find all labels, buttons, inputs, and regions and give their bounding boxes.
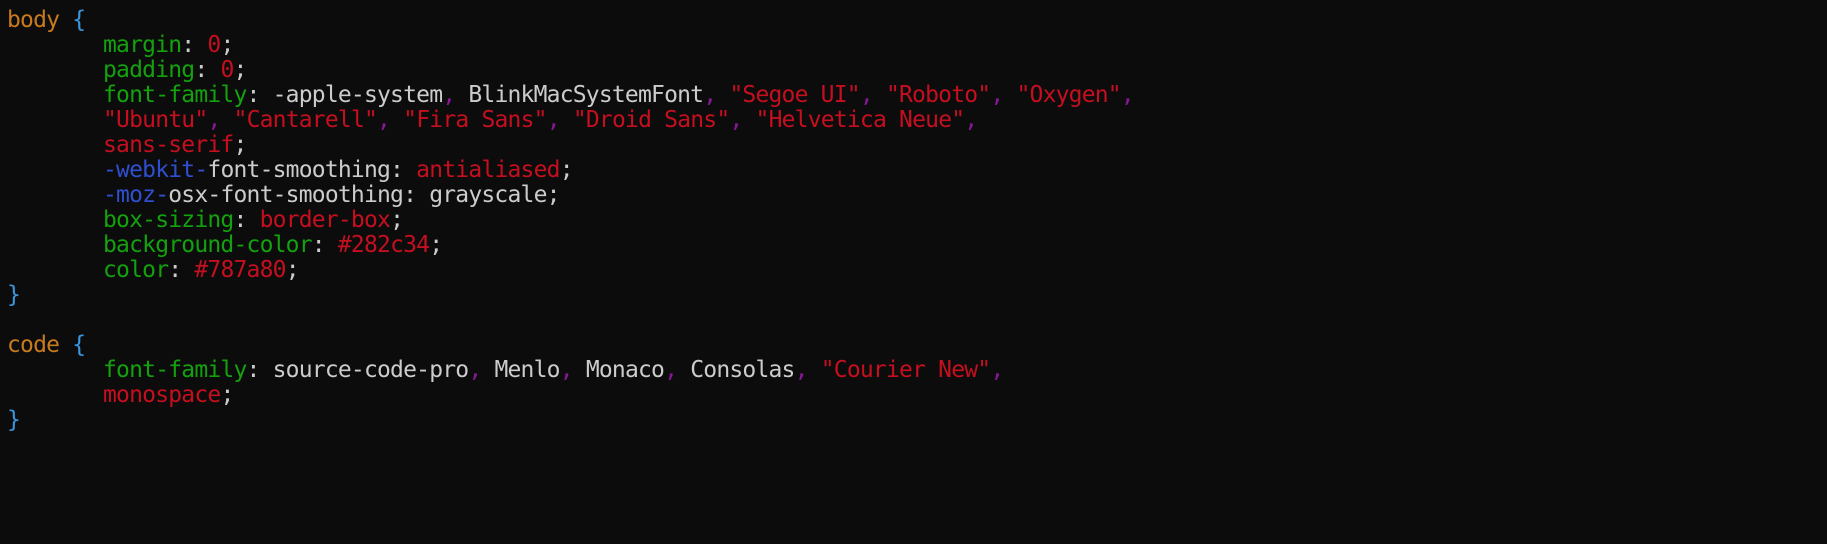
code-token-brace: { xyxy=(72,332,86,358)
code-token-plain: ; xyxy=(390,207,404,233)
code-token-val: "Fira Sans" xyxy=(403,107,547,133)
code-token-comma: , xyxy=(990,357,1004,383)
code-token-comma: , xyxy=(546,107,561,133)
code-token-comma: , xyxy=(468,357,482,383)
code-token-prop: margin xyxy=(103,32,182,58)
code-token-plain: ; xyxy=(233,57,248,83)
code-token-comma: , xyxy=(964,107,978,133)
code-token-val: antialiased xyxy=(416,157,560,183)
code-token-val: sans-serif xyxy=(103,132,234,158)
code-token-comma: , xyxy=(990,82,1004,108)
code-token-plain: ; xyxy=(220,32,234,58)
code-token-plain: Menlo xyxy=(481,357,560,383)
code-token-comma: , xyxy=(794,357,809,383)
code-token-val: "Helvetica Neue" xyxy=(755,107,966,133)
code-token-prop: color xyxy=(103,257,169,283)
code-token-plain: ; xyxy=(233,132,247,158)
code-token-prop: box-sizing xyxy=(103,207,234,233)
code-token-val: border-box xyxy=(259,207,391,233)
code-token-vendor: -moz- xyxy=(103,182,169,208)
code-line: monospace; xyxy=(7,381,234,410)
code-token-plain: : source-code-pro xyxy=(246,357,470,383)
code-token-val: "Oxygen" xyxy=(1016,82,1121,108)
code-token-val: "Cantarell" xyxy=(233,107,378,133)
code-token-val: monospace xyxy=(103,382,221,408)
code-line: } xyxy=(7,406,21,435)
code-token-val: "Roboto" xyxy=(885,82,991,108)
code-token-comma: , xyxy=(1120,82,1135,108)
code-token-comma: , xyxy=(859,82,874,108)
code-token-val: #787a80 xyxy=(194,257,286,283)
code-token-plain: : -apple-system xyxy=(246,82,444,108)
code-token-val: #282c34 xyxy=(337,232,430,258)
code-token-comma: , xyxy=(442,82,456,108)
code-token-val: "Segoe UI" xyxy=(729,82,860,108)
code-token-val: "Ubuntu" xyxy=(103,107,208,133)
code-token-prop: font-family xyxy=(103,82,247,108)
code-token-plain: Monaco xyxy=(572,357,665,383)
code-token-plain: ; xyxy=(429,232,443,258)
code-token-comma: , xyxy=(664,357,678,383)
code-token-plain: : xyxy=(194,57,221,83)
code-token-comma: , xyxy=(377,107,391,133)
code-token-val: 0 xyxy=(207,32,221,58)
code-token-plain: ; xyxy=(220,382,234,408)
code-token-prop: padding xyxy=(103,57,195,83)
code-token-plain: : xyxy=(233,207,260,233)
code-viewer[interactable]: body {margin: 0; padding: 0; font-family: … xyxy=(0,0,1827,544)
code-token-comma: , xyxy=(703,82,717,108)
code-token-vendor: -webkit- xyxy=(103,157,208,183)
code-token-plain: : xyxy=(168,257,195,283)
code-line: color: #787a80; xyxy=(7,256,300,285)
code-token-val: "Droid Sans" xyxy=(572,107,730,133)
code-line: } xyxy=(7,281,21,310)
code-token-prop: background-color xyxy=(103,232,313,258)
code-token-brace: { xyxy=(72,7,86,33)
code-token-plain: font-smoothing: xyxy=(207,157,417,183)
code-token-plain: Consolas xyxy=(677,357,795,383)
code-token-plain: : xyxy=(181,32,208,58)
code-token-plain: osx-font-smoothing: grayscale; xyxy=(168,182,560,208)
code-token-plain: ; xyxy=(559,157,574,183)
code-token-comma: , xyxy=(729,107,743,133)
code-token-plain: : xyxy=(311,232,338,258)
code-token-plain: ; xyxy=(285,257,300,283)
code-token-val: 0 xyxy=(220,57,234,83)
code-token-comma: , xyxy=(207,107,221,133)
code-token-prop: font-family xyxy=(103,357,247,383)
code-token-brace: } xyxy=(7,282,21,308)
code-token-comma: , xyxy=(559,357,574,383)
code-token-val: "Courier New" xyxy=(820,357,991,383)
code-token-sel: code xyxy=(7,332,60,358)
code-token-sel: body xyxy=(7,7,60,33)
code-token-plain: BlinkMacSystemFont xyxy=(455,82,704,108)
code-token-brace: } xyxy=(7,407,21,433)
